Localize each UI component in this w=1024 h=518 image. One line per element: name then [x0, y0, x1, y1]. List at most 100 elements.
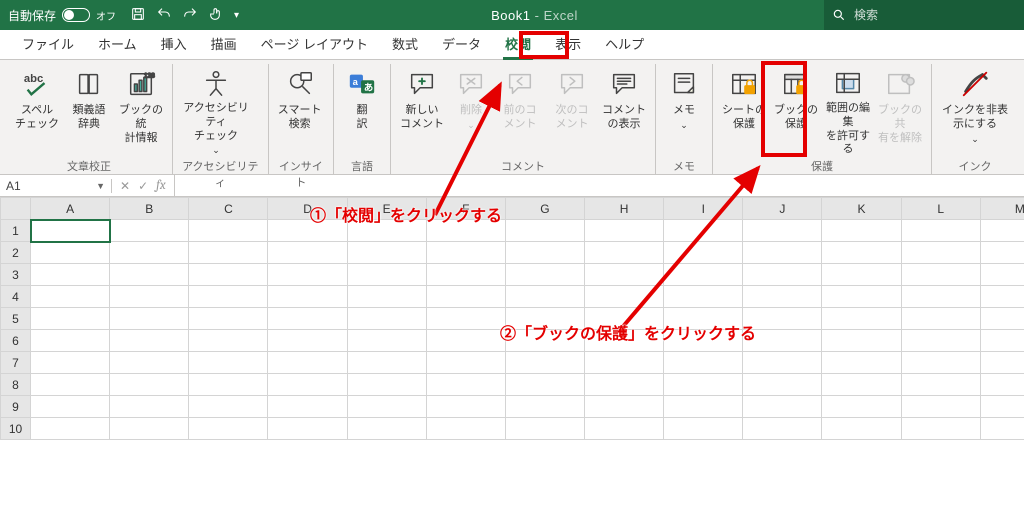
cell-K8[interactable]	[822, 374, 901, 396]
cell-M6[interactable]	[980, 330, 1024, 352]
cell-C10[interactable]	[189, 418, 268, 440]
cell-K3[interactable]	[822, 264, 901, 286]
cell-J5[interactable]	[743, 308, 822, 330]
cell-A1[interactable]	[31, 220, 110, 242]
cell-H7[interactable]	[585, 352, 664, 374]
translate-button[interactable]: aあ翻訳	[340, 64, 384, 156]
hideink-button[interactable]: インクを非表示にする⌄	[938, 64, 1012, 156]
cell-M2[interactable]	[980, 242, 1024, 264]
cell-G5[interactable]	[505, 308, 584, 330]
cell-H8[interactable]	[585, 374, 664, 396]
cell-B4[interactable]	[110, 286, 189, 308]
cell-B2[interactable]	[110, 242, 189, 264]
col-header-C[interactable]: C	[189, 198, 268, 220]
col-header-H[interactable]: H	[585, 198, 664, 220]
cell-G6[interactable]	[505, 330, 584, 352]
qat-dropdown-icon[interactable]: ▾	[234, 10, 239, 21]
cell-I9[interactable]	[664, 396, 743, 418]
cell-A6[interactable]	[31, 330, 110, 352]
col-header-M[interactable]: M	[980, 198, 1024, 220]
grid[interactable]: ABCDEFGHIJKLM12345678910	[0, 197, 1024, 440]
cell-B5[interactable]	[110, 308, 189, 330]
col-header-B[interactable]: B	[110, 198, 189, 220]
cell-H6[interactable]	[585, 330, 664, 352]
cell-H1[interactable]	[585, 220, 664, 242]
cell-B10[interactable]	[110, 418, 189, 440]
cell-L6[interactable]	[901, 330, 980, 352]
cell-L1[interactable]	[901, 220, 980, 242]
cell-J7[interactable]	[743, 352, 822, 374]
cell-B9[interactable]	[110, 396, 189, 418]
name-box[interactable]: A1 ▼	[0, 179, 112, 193]
cell-J9[interactable]	[743, 396, 822, 418]
cell-G3[interactable]	[505, 264, 584, 286]
cell-M3[interactable]	[980, 264, 1024, 286]
cell-I7[interactable]	[664, 352, 743, 374]
cell-D1[interactable]	[268, 220, 347, 242]
cell-C4[interactable]	[189, 286, 268, 308]
cell-A3[interactable]	[31, 264, 110, 286]
cell-G2[interactable]	[505, 242, 584, 264]
row-header-7[interactable]: 7	[1, 352, 31, 374]
cell-L2[interactable]	[901, 242, 980, 264]
cell-E2[interactable]	[347, 242, 426, 264]
cell-H3[interactable]	[585, 264, 664, 286]
cell-L10[interactable]	[901, 418, 980, 440]
a11y-button[interactable]: アクセシビリティチェック⌄	[179, 64, 253, 156]
cell-K10[interactable]	[822, 418, 901, 440]
col-header-J[interactable]: J	[743, 198, 822, 220]
tab-描画[interactable]: 描画	[199, 28, 249, 59]
cell-K4[interactable]	[822, 286, 901, 308]
col-header-F[interactable]: F	[426, 198, 505, 220]
cell-D4[interactable]	[268, 286, 347, 308]
cell-D10[interactable]	[268, 418, 347, 440]
row-header-3[interactable]: 3	[1, 264, 31, 286]
cell-K2[interactable]	[822, 242, 901, 264]
tab-データ[interactable]: データ	[430, 28, 493, 59]
touch-icon[interactable]	[208, 6, 224, 25]
cell-L9[interactable]	[901, 396, 980, 418]
tab-ホーム[interactable]: ホーム	[86, 28, 149, 59]
cell-I5[interactable]	[664, 308, 743, 330]
cell-D6[interactable]	[268, 330, 347, 352]
cell-D3[interactable]	[268, 264, 347, 286]
cell-M5[interactable]	[980, 308, 1024, 330]
tab-ページ レイアウト[interactable]: ページ レイアウト	[249, 28, 380, 59]
cell-C9[interactable]	[189, 396, 268, 418]
col-header-E[interactable]: E	[347, 198, 426, 220]
cell-F1[interactable]	[426, 220, 505, 242]
cell-L8[interactable]	[901, 374, 980, 396]
cell-L5[interactable]	[901, 308, 980, 330]
row-header-6[interactable]: 6	[1, 330, 31, 352]
cell-F2[interactable]	[426, 242, 505, 264]
cell-G4[interactable]	[505, 286, 584, 308]
cell-H9[interactable]	[585, 396, 664, 418]
cell-J4[interactable]	[743, 286, 822, 308]
cell-A8[interactable]	[31, 374, 110, 396]
cell-D8[interactable]	[268, 374, 347, 396]
cell-G7[interactable]	[505, 352, 584, 374]
cell-C2[interactable]	[189, 242, 268, 264]
cell-E5[interactable]	[347, 308, 426, 330]
cell-K6[interactable]	[822, 330, 901, 352]
cell-M8[interactable]	[980, 374, 1024, 396]
row-header-9[interactable]: 9	[1, 396, 31, 418]
cell-G8[interactable]	[505, 374, 584, 396]
cell-F5[interactable]	[426, 308, 505, 330]
tab-ファイル[interactable]: ファイル	[10, 28, 86, 59]
cell-G10[interactable]	[505, 418, 584, 440]
cell-C3[interactable]	[189, 264, 268, 286]
cell-H10[interactable]	[585, 418, 664, 440]
chevron-down-icon[interactable]: ▼	[96, 181, 105, 191]
cell-A5[interactable]	[31, 308, 110, 330]
cell-A9[interactable]	[31, 396, 110, 418]
stats-button[interactable]: 123ブックの統計情報	[116, 64, 166, 156]
cell-A7[interactable]	[31, 352, 110, 374]
cell-K1[interactable]	[822, 220, 901, 242]
cell-G9[interactable]	[505, 396, 584, 418]
redo-icon[interactable]	[182, 6, 198, 25]
cell-M10[interactable]	[980, 418, 1024, 440]
row-header-10[interactable]: 10	[1, 418, 31, 440]
cell-J6[interactable]	[743, 330, 822, 352]
cell-H4[interactable]	[585, 286, 664, 308]
